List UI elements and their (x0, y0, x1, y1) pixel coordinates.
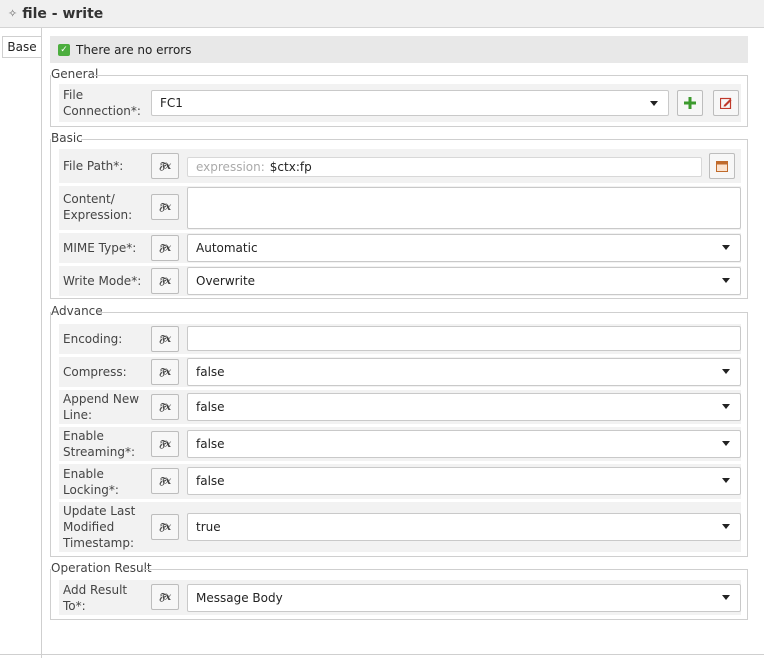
chevron-down-icon (650, 101, 658, 106)
content-expression-textarea[interactable] (187, 187, 741, 229)
encoding-label: Encoding: (63, 332, 123, 346)
enable-locking-row: Enable Locking*: 𝔉x false (59, 464, 741, 499)
fx-toggle-icon[interactable]: 𝔉x (151, 514, 179, 540)
chevron-down-icon (722, 524, 730, 529)
write-mode-row: Write Mode*: 𝔉x Overwrite (59, 266, 741, 296)
fx-toggle-icon[interactable]: 𝔉x (151, 431, 179, 457)
validation-status: ✓ There are no errors (50, 36, 748, 63)
connector-icon: ✧ (8, 7, 18, 20)
add-result-to-label: Add Result To*: (63, 583, 128, 613)
chevron-down-icon (722, 478, 730, 483)
bottom-border (0, 654, 764, 655)
chevron-down-icon (722, 441, 730, 446)
plus-icon (684, 97, 696, 109)
status-text: There are no errors (76, 42, 192, 57)
chevron-down-icon (722, 278, 730, 283)
fx-toggle-icon[interactable]: 𝔉x (151, 235, 179, 261)
fx-toggle-icon[interactable]: 𝔉x (151, 268, 179, 294)
append-new-line-row: Append New Line: 𝔉x false (59, 390, 741, 424)
file-path-input[interactable]: expression: $ctx:fp (187, 157, 702, 177)
append-new-line-select[interactable]: false (187, 393, 741, 421)
edit-icon (720, 97, 732, 109)
encoding-input[interactable] (187, 326, 741, 351)
fx-toggle-icon[interactable]: 𝔉x (151, 326, 179, 352)
fx-toggle-icon[interactable]: 𝔉x (151, 153, 179, 179)
compress-select[interactable]: false (187, 358, 741, 386)
chevron-down-icon (722, 404, 730, 409)
fx-toggle-icon[interactable]: 𝔉x (151, 194, 179, 220)
enable-locking-label: Enable Locking*: (63, 467, 119, 497)
basic-legend: Basic (51, 131, 87, 145)
checkmark-icon: ✓ (58, 43, 70, 56)
enable-streaming-row: Enable Streaming*: 𝔉x false (59, 427, 741, 461)
expression-editor-button[interactable] (709, 153, 735, 179)
general-group: General File Connection*: FC1 (50, 67, 748, 127)
basic-group: Basic File Path*: 𝔉x expression: $ctx:fp… (50, 131, 748, 299)
calendar-icon (716, 161, 728, 172)
append-new-line-label: Append New Line: (63, 392, 140, 422)
editor-title-bar: ✧ file - write (0, 0, 764, 28)
write-mode-select[interactable]: Overwrite (187, 267, 741, 295)
update-timestamp-select[interactable]: true (187, 513, 741, 541)
fx-toggle-icon[interactable]: 𝔉x (151, 468, 179, 494)
file-path-row: File Path*: 𝔉x expression: $ctx:fp (59, 149, 741, 183)
chevron-down-icon (722, 245, 730, 250)
fx-toggle-icon[interactable]: 𝔉x (151, 359, 179, 385)
operation-result-legend: Operation Result (51, 561, 156, 575)
file-connection-label: File Connection*: (63, 88, 141, 118)
page-title: file - write (22, 5, 104, 22)
advance-group: Advance Encoding: 𝔉x Compress: 𝔉x false … (50, 304, 748, 557)
mime-type-label: MIME Type*: (63, 241, 137, 255)
general-legend: General (51, 67, 103, 81)
content-row: Content/ Expression: 𝔉x (59, 186, 741, 230)
compress-label: Compress: (63, 365, 127, 379)
advance-legend: Advance (51, 304, 107, 318)
operation-result-group: Operation Result Add Result To*: 𝔉x Mess… (50, 561, 748, 620)
enable-streaming-select[interactable]: false (187, 430, 741, 458)
update-timestamp-label: Update Last Modified Timestamp: (63, 504, 136, 550)
content-label: Content/ Expression: (63, 192, 133, 222)
update-timestamp-row: Update Last Modified Timestamp: 𝔉x true (59, 502, 741, 552)
encoding-row: Encoding: 𝔉x (59, 324, 741, 354)
fx-toggle-icon[interactable]: 𝔉x (151, 394, 179, 420)
write-mode-label: Write Mode*: (63, 274, 142, 288)
file-path-label: File Path*: (63, 159, 124, 173)
chevron-down-icon (722, 369, 730, 374)
add-result-to-row: Add Result To*: 𝔉x Message Body (59, 580, 741, 615)
mime-type-select[interactable]: Automatic (187, 234, 741, 262)
file-connection-row: File Connection*: FC1 (59, 84, 741, 122)
enable-streaming-label: Enable Streaming*: (63, 429, 136, 459)
tab-strip: Base (0, 28, 42, 658)
compress-row: Compress: 𝔉x false (59, 357, 741, 387)
enable-locking-select[interactable]: false (187, 467, 741, 495)
fx-toggle-icon[interactable]: 𝔉x (151, 584, 179, 610)
edit-connection-button[interactable] (713, 90, 739, 116)
add-connection-button[interactable] (677, 90, 703, 116)
tab-base[interactable]: Base (2, 36, 41, 58)
add-result-to-select[interactable]: Message Body (187, 584, 741, 612)
mime-type-row: MIME Type*: 𝔉x Automatic (59, 233, 741, 263)
chevron-down-icon (722, 595, 730, 600)
file-connection-select[interactable]: FC1 (151, 90, 669, 116)
